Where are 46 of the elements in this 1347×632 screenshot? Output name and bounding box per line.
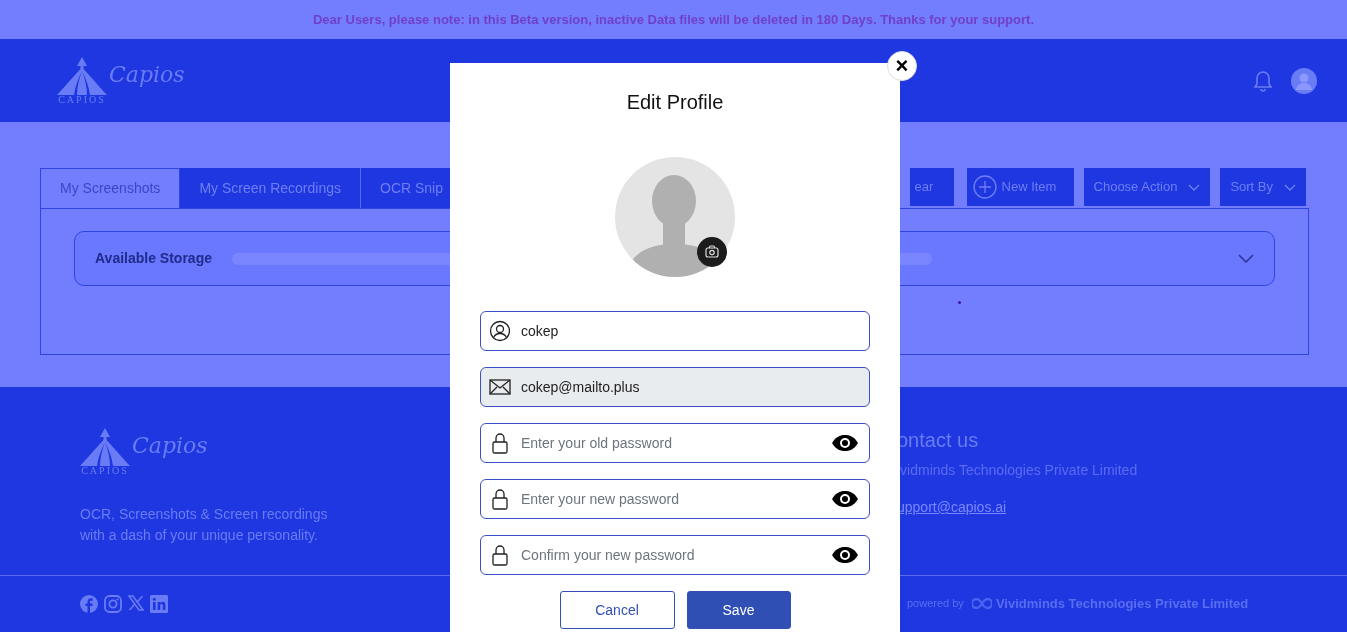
logo-caption: CAPIOS — [58, 94, 106, 105]
lock-icon — [489, 544, 511, 566]
chevron-down-icon — [1238, 254, 1254, 263]
cancel-button[interactable]: Cancel — [559, 591, 675, 629]
lock-icon — [489, 488, 511, 510]
eye-icon[interactable] — [831, 434, 859, 452]
x-icon[interactable] — [128, 594, 144, 611]
tagline-text: OCR, Screenshots & Screen recordings with a dash of your unique personality. — [80, 505, 329, 545]
announcement-text: Dear Users, please note: in this Beta version, inactive Data files will be deleted in 180 Days. Thanks for your support. — [313, 10, 1034, 29]
tent-logo-icon — [57, 56, 107, 95]
tab[interactable]: My Screenshots — [40, 168, 181, 208]
save-button[interactable]: Save — [686, 591, 791, 629]
infinity-logo-icon — [971, 598, 992, 609]
avatar-icon[interactable] — [1291, 67, 1317, 94]
linkedin-icon[interactable] — [150, 594, 168, 613]
email-link[interactable]: upport@capios.ai — [897, 497, 1007, 518]
avatar-placeholder-icon[interactable] — [615, 157, 735, 277]
toolbar-button[interactable]: ear — [909, 168, 954, 206]
storage-label: Available Storage — [95, 249, 212, 268]
toolbar-button[interactable]: Choose Action — [1083, 168, 1211, 206]
eye-icon[interactable] — [831, 546, 859, 564]
chevron-down-icon — [1284, 183, 1296, 191]
facebook-icon[interactable] — [80, 594, 98, 613]
dialog-title: Edit Profile — [626, 90, 724, 115]
eye-icon[interactable] — [831, 490, 859, 508]
logo-caption: CAPIOS — [81, 466, 129, 476]
username-field[interactable]: cokep — [480, 311, 870, 351]
user-icon — [489, 320, 511, 342]
logo-script: Capios — [109, 60, 185, 89]
camera-icon[interactable] — [697, 237, 727, 267]
logo-script: Capios — [132, 432, 208, 460]
lock-icon — [489, 432, 511, 454]
plus-circle-icon — [972, 175, 997, 199]
tab[interactable]: My Screen Recordings — [180, 168, 361, 208]
powered-by-company: Vividminds Technologies Private Limited — [995, 594, 1249, 613]
chevron-down-icon — [1188, 183, 1201, 191]
tent-logo-icon — [80, 428, 130, 466]
envelope-icon — [489, 376, 511, 398]
password-field[interactable]: Enter your new password — [480, 479, 870, 519]
password-field[interactable]: Confirm your new password — [480, 535, 870, 575]
password-field[interactable]: Enter your old password — [480, 423, 870, 463]
loading-dot — [958, 301, 961, 304]
instagram-icon[interactable] — [104, 594, 122, 613]
toolbar-button[interactable]: Sort By — [1220, 168, 1306, 206]
toolbar-button[interactable]: New Item — [966, 168, 1074, 206]
powered-by-label: powered by — [907, 596, 964, 612]
